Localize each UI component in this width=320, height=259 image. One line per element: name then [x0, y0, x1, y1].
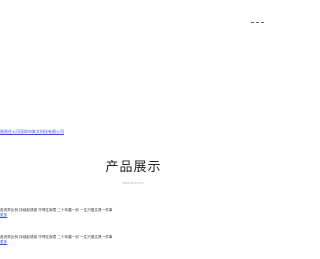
menu-dash [251, 21, 254, 23]
more-link[interactable]: 更多 [0, 240, 267, 245]
more-link[interactable]: 更多 [0, 213, 267, 218]
products-section-title: 产品展示 [105, 160, 162, 175]
company-link-strip: 限责任公司 深圳市联文科技有限公司 [0, 129, 64, 135]
company-link-1[interactable]: 限责任公司 [0, 129, 20, 135]
list-item: 各贵宾比例 持续起诱惑 守得住寂寞 二十年磨一剑 一生只做文具一件事 更多 [0, 235, 267, 245]
menu-dash [256, 21, 259, 23]
company-link-2[interactable]: 深圳市联文科技有限公司 [20, 129, 64, 135]
page: 限责任公司 深圳市联文科技有限公司 产品展示 PRODUCTS 各贵宾比例 持续… [0, 0, 267, 259]
menu-dashes-icon[interactable] [251, 19, 264, 25]
products-section-subtitle: PRODUCTS [123, 181, 144, 185]
menu-dash [261, 21, 264, 23]
list-item: 各贵宾比例 持续起诱惑 守得住寂寞 二十年磨一剑 一生只做文具一件事 更多 [0, 208, 267, 218]
